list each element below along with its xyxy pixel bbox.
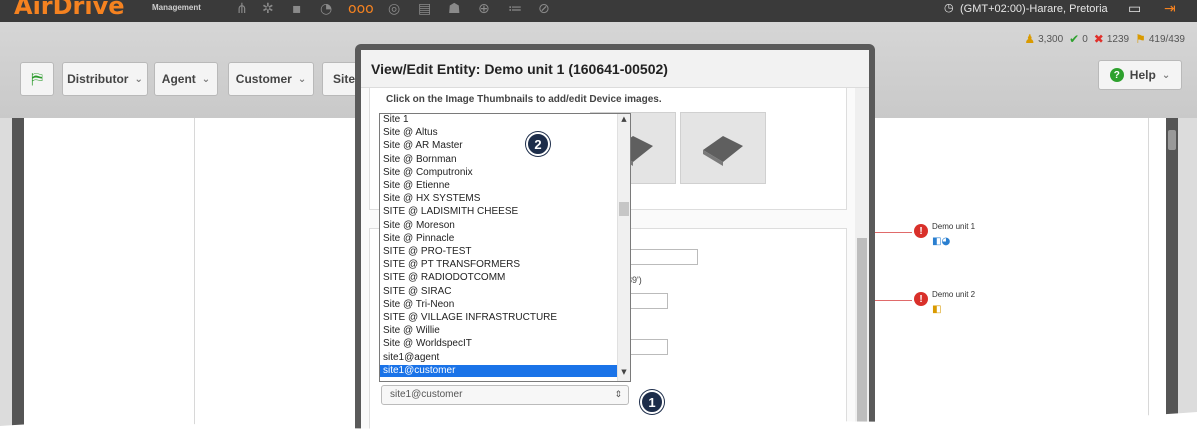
stat-warn: ⚑ 419/439 xyxy=(1135,32,1185,46)
stat-total-value: 3,300 xyxy=(1038,33,1064,45)
stat-warn-value: 419/439 xyxy=(1148,33,1185,45)
chevron-down-icon: ⌄ xyxy=(134,73,143,85)
scroll-down-icon[interactable]: ▼ xyxy=(618,368,630,380)
site-select-value: site1@customer xyxy=(390,389,463,400)
list-item[interactable]: Site @ HX SYSTEMS xyxy=(380,193,618,205)
warning-icon: ⚑ xyxy=(1135,32,1146,46)
sitemap-icon[interactable]: ⊕ xyxy=(478,1,490,17)
list-item[interactable]: Site @ WorldspecIT xyxy=(380,338,618,350)
grid-icon[interactable]: ▪ xyxy=(292,1,302,17)
dial-icon[interactable]: ◔ xyxy=(320,1,332,17)
app-logo: AirDrive xyxy=(14,0,125,20)
list-item-selected[interactable]: site1@customer xyxy=(380,364,618,378)
monitor-icon[interactable]: ▭ xyxy=(1128,1,1141,17)
divider xyxy=(194,118,195,440)
device-icon xyxy=(703,136,743,166)
clock-icon: ◷ xyxy=(944,1,954,14)
tree-node-demo-unit-1[interactable]: ! Demo unit 1 ◧◕ xyxy=(914,221,976,247)
list-item[interactable]: SITE @ PT TRANSFORMERS xyxy=(380,259,618,271)
distributor-label: Distributor xyxy=(67,72,129,86)
tag-icon[interactable]: ⊘ xyxy=(538,1,550,17)
list-item[interactable]: Site 1 xyxy=(380,114,618,126)
modal-scrollbar[interactable] xyxy=(855,88,869,440)
logout-icon[interactable]: ⇥ xyxy=(1164,1,1176,17)
group-icon[interactable]: ооо xyxy=(348,1,374,17)
scroll-up-icon[interactable]: ▲ xyxy=(618,115,630,127)
help-button[interactable]: ? Help ⌄ xyxy=(1098,60,1182,90)
tree-node-label: Demo unit 1 xyxy=(932,221,976,231)
agent-label: Agent xyxy=(161,72,196,86)
list-item[interactable]: SITE @ VILLAGE INFRASTRUCTURE xyxy=(380,312,618,324)
target-icon[interactable]: ◎ xyxy=(388,1,400,17)
tree-icon[interactable]: ⋔ xyxy=(236,1,248,17)
users-icon[interactable]: ☗ xyxy=(448,1,461,17)
cross-icon: ✖ xyxy=(1093,32,1104,46)
callout-badge-2: 2 xyxy=(526,132,550,156)
scrollbar-thumb[interactable] xyxy=(1168,130,1176,150)
error-icon: ! xyxy=(914,224,928,238)
distributor-dropdown[interactable]: Distributor ⌄ xyxy=(62,62,148,96)
stat-errors: ✖ 1239 xyxy=(1094,32,1129,46)
app-header: AirDrive Management ⋔ ✲ ▪ ◔ ооо ◎ ▤ ☗ ⊕ … xyxy=(0,0,1197,22)
list-item[interactable]: site1@agent xyxy=(380,352,618,364)
check-icon: ✔ xyxy=(1069,32,1080,46)
list-item[interactable]: Site @ Altus xyxy=(380,127,618,139)
stats-bar: ♟ 3,300 ✔ 0 ✖ 1239 ⚑ 419/439 xyxy=(1024,32,1185,46)
chevron-down-icon: ⌄ xyxy=(1161,69,1171,81)
stat-ok-value: 0 xyxy=(1082,33,1088,45)
left-border xyxy=(12,118,24,440)
form-field[interactable] xyxy=(622,249,698,265)
device-image-thumbnail[interactable] xyxy=(680,112,766,184)
list-scrollbar-thumb[interactable] xyxy=(619,202,629,216)
site-select-list[interactable]: Site 1 Site @ Altus Site @ AR Master Sit… xyxy=(379,113,631,382)
torn-edge-decoration xyxy=(0,412,1197,440)
list-item[interactable]: SITE @ RADIODOTCOMM xyxy=(380,272,618,284)
list-item[interactable]: Site @ Tri-Neon xyxy=(380,299,618,311)
list-item[interactable]: Site @ Moreson xyxy=(380,220,618,232)
customer-label: Customer xyxy=(235,72,292,86)
list-item[interactable]: Site @ Willie xyxy=(380,325,618,337)
site-label: Site xyxy=(333,72,356,86)
agent-dropdown[interactable]: Agent ⌄ xyxy=(154,62,218,96)
modal-title: View/Edit Entity: Demo unit 1 (160641-00… xyxy=(371,61,668,77)
tree-node-label: Demo unit 2 xyxy=(932,289,976,299)
device-status-icon: ◧◕ xyxy=(932,236,951,247)
help-icon: ? xyxy=(1109,68,1124,82)
error-icon: ! xyxy=(914,292,928,306)
app-logo-subtitle: Management xyxy=(152,3,201,12)
help-label: Help xyxy=(1129,68,1156,82)
stat-errors-value: 1239 xyxy=(1106,33,1130,45)
tree-node-demo-unit-2[interactable]: ! Demo unit 2 ◧ xyxy=(914,289,976,315)
list-item[interactable]: SITE @ SIRAC xyxy=(380,286,618,298)
thumbnail-hint: Click on the Image Thumbnails to add/edi… xyxy=(386,94,662,105)
chevron-down-icon: ⌄ xyxy=(297,73,307,85)
list-item[interactable]: Site @ AR Master xyxy=(380,140,618,152)
right-scrollbar[interactable] xyxy=(1166,118,1178,440)
list-item[interactable]: Site @ Computronix xyxy=(380,167,618,179)
customer-dropdown[interactable]: Customer ⌄ xyxy=(228,62,314,96)
stat-total: ♟ 3,300 xyxy=(1024,32,1063,46)
signpost-icon: ⛿ xyxy=(31,69,43,88)
list-item[interactable]: Site @ Etienne xyxy=(380,180,618,192)
signpost-button[interactable]: ⛿ xyxy=(20,62,54,96)
calendar-icon[interactable]: ▤ xyxy=(418,1,431,17)
stat-ok: ✔ 0 xyxy=(1069,32,1088,46)
list-item[interactable]: SITE @ LADISMITH CHEESE xyxy=(380,206,618,218)
list-item[interactable]: SITE @ PRO-TEST xyxy=(380,246,618,258)
modal-header: View/Edit Entity: Demo unit 1 (160641-00… xyxy=(361,50,869,88)
device-status-icon: ◧ xyxy=(932,304,942,315)
list-item[interactable]: Site @ Bornman xyxy=(380,154,618,166)
select-arrows-icon: ⇕ xyxy=(614,390,622,400)
chevron-down-icon: ⌄ xyxy=(201,73,211,85)
divider xyxy=(1148,118,1149,440)
users-icon: ♟ xyxy=(1024,32,1036,46)
timezone-label: (GMT+02:00)-Harare, Pretoria xyxy=(960,3,1108,15)
gear-icon[interactable]: ✲ xyxy=(262,1,274,17)
list-item[interactable]: Site @ Pinnacle xyxy=(380,233,618,245)
list-scrollbar[interactable]: ▲ ▼ xyxy=(617,114,630,381)
site-select[interactable]: site1@customer ⇕ xyxy=(381,385,629,405)
list-icon[interactable]: ≔ xyxy=(508,1,522,17)
